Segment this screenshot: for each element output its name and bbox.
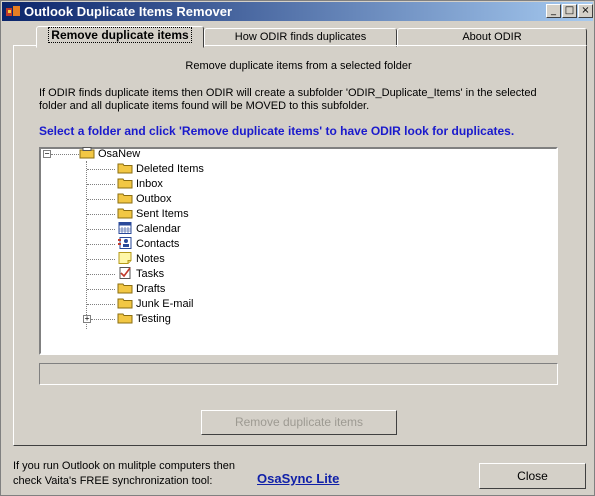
info-text-line1: If ODIR finds duplicate items then ODIR … <box>39 87 537 99</box>
tree-item-notes[interactable]: Notes <box>117 252 165 266</box>
close-icon: × <box>581 5 590 16</box>
tree-item-label: Deleted Items <box>136 163 204 175</box>
footer-info: If you run Outlook on mulitple computers… <box>13 459 253 489</box>
tree-item-drafts[interactable]: Drafts <box>117 282 165 296</box>
tab-remove-duplicates[interactable]: Remove duplicate items <box>36 26 204 48</box>
maximize-icon: □ <box>564 5 575 16</box>
folder-icon <box>117 163 133 174</box>
footer-line2: check Vaita's FREE synchronization tool: <box>13 475 213 487</box>
tree-item-testing[interactable]: Testing <box>117 312 171 326</box>
tree-item-calendar[interactable]: Calendar <box>117 222 181 236</box>
folder-tree[interactable]: − + OsaNew Deleted Items Inbox Outbox Se… <box>39 147 558 355</box>
tree-item-label: Drafts <box>136 283 166 295</box>
tree-item-label: Outbox <box>136 193 172 205</box>
remove-duplicates-button[interactable]: Remove duplicate items <box>201 410 397 435</box>
progress-bar <box>39 363 558 385</box>
minimize-button[interactable]: _ <box>546 4 561 18</box>
tree-item-label: Calendar <box>136 223 181 235</box>
tree-item-label: Junk E-mail <box>136 298 194 310</box>
info-text-line2: folder and all duplicate items found wil… <box>39 100 370 112</box>
window-title: Outlook Duplicate Items Remover <box>24 4 233 19</box>
folder-icon <box>117 193 133 204</box>
tree-item-inbox[interactable]: Inbox <box>117 177 163 191</box>
tree-item-contacts[interactable]: Contacts <box>117 237 179 251</box>
tree-connector <box>51 154 79 155</box>
close-window-button[interactable]: × <box>578 4 593 18</box>
folder-icon <box>117 313 133 324</box>
minimize-icon: _ <box>551 5 556 16</box>
remove-duplicates-label: Remove duplicate items <box>234 415 364 429</box>
store-icon <box>79 147 95 159</box>
tree-connector <box>87 244 115 245</box>
tree-item-label: Inbox <box>136 178 163 190</box>
tree-item-outbox[interactable]: Outbox <box>117 192 171 206</box>
osasync-lite-link[interactable]: OsaSync Lite <box>257 471 339 486</box>
tree-item-junk-email[interactable]: Junk E-mail <box>117 297 193 311</box>
folder-icon <box>117 298 133 309</box>
notes-icon <box>118 252 132 264</box>
panel-heading: Remove duplicate items from a selected f… <box>185 60 412 72</box>
calendar-icon <box>118 222 132 234</box>
tree-item-label: Contacts <box>136 238 180 250</box>
tree-connector <box>87 289 115 290</box>
tree-item-label: Sent Items <box>136 208 189 220</box>
tasks-icon <box>119 267 131 279</box>
tree-connector <box>87 199 115 200</box>
tree-item-tasks[interactable]: Tasks <box>117 267 164 281</box>
folder-icon <box>117 178 133 189</box>
tree-connector <box>87 259 115 260</box>
app-logo-icon <box>6 6 20 16</box>
close-button[interactable]: Close <box>479 463 586 489</box>
footer-line1: If you run Outlook on mulitple computers… <box>13 460 235 472</box>
tree-connector <box>91 319 115 320</box>
folder-icon <box>117 208 133 219</box>
tree-connector <box>87 184 115 185</box>
tree-connector <box>87 304 115 305</box>
expand-icon[interactable]: + <box>83 315 91 323</box>
tree-item-label: Notes <box>136 253 165 265</box>
tree-item-label: Testing <box>136 313 171 325</box>
tab-label: How ODIR finds duplicates <box>234 31 367 43</box>
tree-connector <box>87 214 115 215</box>
close-button-label: Close <box>517 469 548 483</box>
tree-connector <box>87 274 115 275</box>
collapse-icon[interactable]: − <box>43 150 51 158</box>
app-window: Outlook Duplicate Items Remover _ □ × Re… <box>0 0 595 496</box>
tab-label: Remove duplicate items <box>48 27 192 43</box>
title-bar[interactable]: Outlook Duplicate Items Remover _ □ × <box>2 2 593 21</box>
tree-item-label: Tasks <box>136 268 165 280</box>
tree-item-label: OsaNew <box>98 148 141 160</box>
contacts-icon <box>118 237 132 249</box>
tree-item-deleted-items[interactable]: Deleted Items <box>117 162 204 176</box>
folder-icon <box>117 283 133 294</box>
tree-item-sent-items[interactable]: Sent Items <box>117 207 189 221</box>
tree-item-osanew[interactable]: OsaNew <box>79 147 140 161</box>
tree-connector <box>87 169 115 170</box>
tab-label: About ODIR <box>462 31 522 43</box>
instruction-text: Select a folder and click 'Remove duplic… <box>39 124 515 138</box>
maximize-button[interactable]: □ <box>562 4 577 18</box>
tree-connector <box>87 229 115 230</box>
